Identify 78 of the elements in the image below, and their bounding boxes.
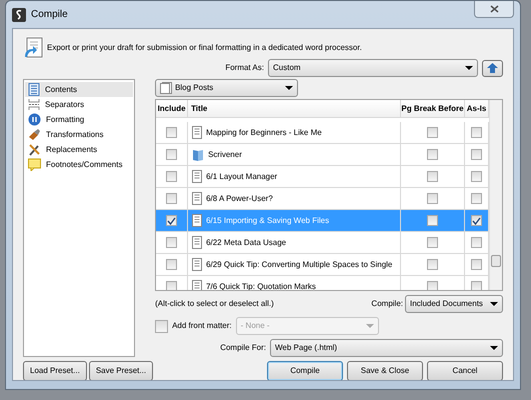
scrollbar[interactable] [489,100,502,290]
checkbox[interactable] [166,171,178,182]
sidebar-item[interactable]: Contents [25,82,133,97]
checkbox[interactable] [427,281,438,290]
document-icon [192,192,202,205]
compile-for-label: Compile For: [220,342,266,354]
column-header[interactable]: Pg Break Before [401,100,465,118]
checkbox[interactable] [471,237,482,248]
folder-icon [192,148,204,161]
front-matter-label: Add front matter: [172,320,232,332]
table-cell[interactable]: 7/6 Quick Tip: Quotation Marks [188,276,401,290]
checkbox[interactable] [427,149,438,160]
format-dropdown[interactable]: Custom [268,59,478,77]
checkbox[interactable] [471,171,482,182]
dialog-button[interactable]: Save & Close [347,361,423,380]
scrollbar-thumb[interactable] [491,255,501,267]
checkbox[interactable] [427,171,438,182]
table-cell[interactable]: 6/1 Layout Manager [188,166,401,188]
document-icon [192,214,202,227]
table-cell[interactable]: Scrivener [188,144,401,166]
checkbox[interactable] [427,127,438,138]
description-text: Export or print your draft for submission or final formatting in a dedicated word processor. [47,42,362,54]
note-icon [28,158,41,171]
checkbox[interactable] [427,237,438,248]
sidebar-item[interactable]: Footnotes/Comments [25,157,133,172]
compile-label: Compile: [371,298,403,310]
column-header[interactable]: Include [156,100,188,118]
sidebar-item[interactable]: Transformations [25,127,133,142]
format-label: Format As: [225,62,264,74]
checkbox[interactable] [166,149,178,160]
sidebar-item[interactable]: Separators [25,97,133,112]
tools-icon [28,143,41,156]
checkbox[interactable] [166,193,178,204]
checkbox[interactable] [166,281,178,290]
table-cell[interactable]: 6/22 Meta Data Usage [188,232,401,254]
window-title: Compile [31,8,68,22]
checkbox[interactable] [471,215,482,226]
upload-button[interactable] [482,60,503,76]
app-logo-icon [12,8,26,22]
dialog-button[interactable]: Cancel [427,361,503,380]
dialog-button[interactable]: Compile [267,361,343,380]
collection-icon [160,82,172,94]
preset-button[interactable]: Save Preset... [88,361,154,380]
paint-brush-icon [28,128,41,141]
sidebar-item[interactable]: Replacements [25,142,133,157]
collection-dropdown[interactable]: Blog Posts [155,79,298,97]
checkbox[interactable] [166,127,178,138]
document-icon [192,170,202,183]
checkbox[interactable] [471,193,482,204]
export-document-icon [23,37,43,59]
checkbox[interactable] [471,149,482,160]
checkbox[interactable] [166,259,178,270]
checkbox[interactable] [471,281,482,290]
document-icon [192,126,202,139]
column-header[interactable]: Title [188,100,401,118]
preset-button[interactable]: Load Preset... [23,361,87,380]
checkbox[interactable] [166,215,178,226]
separator-icon [28,98,40,111]
close-icon [490,5,498,13]
document-icon [192,236,202,249]
document-icon [192,258,202,271]
close-button[interactable] [474,1,514,18]
checkbox[interactable] [427,259,438,270]
checkbox[interactable] [427,215,438,226]
sidebar-item[interactable]: Formatting [25,112,133,127]
compile-for-dropdown[interactable]: Web Page (.html) [270,339,503,357]
table-cell[interactable]: 6/29 Quick Tip: Converting Multiple Spaces to Single [188,254,401,276]
checkbox[interactable] [427,193,438,204]
up-arrow-icon [487,63,498,73]
checkbox[interactable] [166,237,178,248]
column-header[interactable]: As-Is [465,100,489,118]
formatting-icon [28,113,41,126]
list-icon [28,83,40,96]
checkbox[interactable] [471,127,482,138]
table-cell[interactable]: Mapping for Beginners - Like Me [188,122,401,144]
hint-text: (Alt-click to select or deselect all.) [155,298,274,310]
compile-dropdown[interactable]: Included Documents [405,295,503,313]
checkbox[interactable] [471,259,482,270]
